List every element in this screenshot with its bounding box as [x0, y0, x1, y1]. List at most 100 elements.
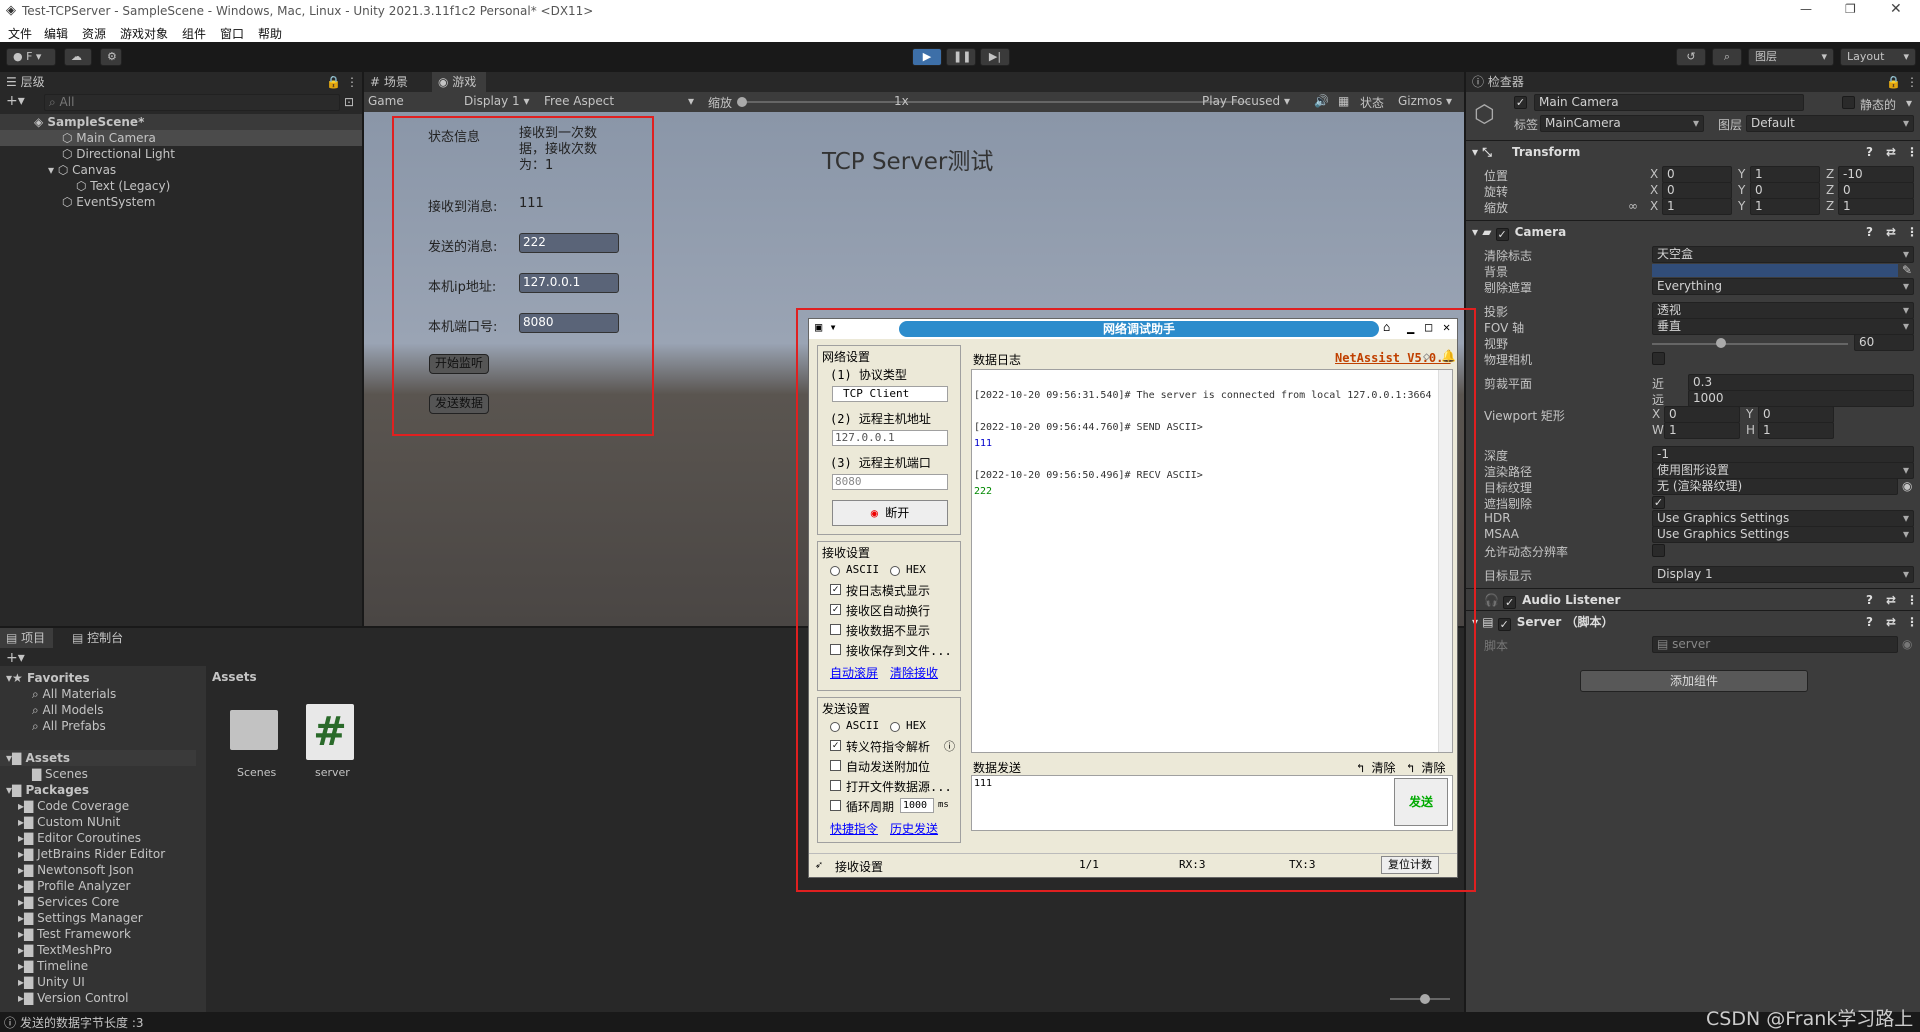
eyedropper-icon[interactable]: ✎ — [1902, 263, 1912, 277]
fov-slider-handle[interactable] — [1716, 338, 1726, 348]
gizmos-dropdown[interactable]: Gizmos ▾ — [1398, 94, 1452, 108]
camera-header[interactable]: ▾ ▰ ✓ Camera? ⇄ ⋮ — [1466, 220, 1920, 242]
package-item[interactable]: ▸▇ Unity UI — [18, 974, 85, 990]
scenes-folder-icon[interactable] — [230, 710, 278, 750]
cloud-icon[interactable]: ☁ — [64, 48, 92, 66]
camera-enabled-checkbox[interactable]: ✓ — [1495, 228, 1509, 241]
aspect-dropdown[interactable]: Free Aspect — [544, 94, 614, 108]
lock-icon[interactable]: 🔒 — [1886, 75, 1901, 89]
package-item[interactable]: ▸▇ Settings Manager — [18, 910, 143, 926]
scale-z-input[interactable]: 1 — [1838, 198, 1914, 215]
kebab-menu-icon[interactable]: ⋮ — [1906, 75, 1918, 89]
package-item[interactable]: ▸▇ Version Control — [18, 990, 128, 1006]
static-checkbox[interactable] — [1842, 96, 1855, 109]
layers-dropdown[interactable]: 图层 ▾ — [1748, 48, 1834, 66]
fov-slider[interactable] — [1652, 343, 1848, 345]
msaa-dropdown[interactable]: Use Graphics Settings — [1652, 526, 1914, 543]
help-icon[interactable]: ? — [1866, 141, 1873, 163]
depth-input[interactable]: -1 — [1652, 446, 1914, 463]
menu-gameobject[interactable]: 游戏对象 — [120, 25, 168, 42]
presets-icon[interactable]: ⇄ — [1886, 589, 1896, 611]
package-item[interactable]: ▸▇ JetBrains Rider Editor — [18, 846, 165, 862]
help-icon[interactable]: ? — [1866, 611, 1873, 633]
hierarchy-item-eventsystem[interactable]: ⬡ EventSystem — [62, 194, 155, 210]
package-item[interactable]: ▸▇ Editor Coroutines — [18, 830, 141, 846]
package-item[interactable]: ▸▇ Services Core — [18, 894, 119, 910]
position-z-input[interactable]: -10 — [1838, 166, 1914, 183]
hierarchy-item-text-legacy[interactable]: ⬡ Text (Legacy) — [76, 178, 170, 194]
package-item[interactable]: ▸▇ Profile Analyzer — [18, 878, 130, 894]
package-item[interactable]: ▸▇ Newtonsoft Json — [18, 862, 134, 878]
clear-flags-dropdown[interactable]: 天空盒 — [1652, 246, 1914, 263]
rotation-y-input[interactable]: 0 — [1750, 182, 1820, 199]
rendering-path-dropdown[interactable]: 使用图形设置 — [1652, 462, 1914, 479]
filter-icon[interactable]: ⊡ — [344, 95, 354, 109]
rotation-z-input[interactable]: 0 — [1838, 182, 1914, 199]
grid-icon[interactable]: ▦ — [1338, 94, 1349, 108]
viewport-x-input[interactable]: 0 — [1664, 406, 1740, 423]
minimize-icon[interactable]: — — [1800, 2, 1812, 16]
menu-assets[interactable]: 资源 — [82, 25, 106, 42]
package-item[interactable]: ▸▇ Code Coverage — [18, 798, 129, 814]
favorite-all-prefabs[interactable]: ⌕ All Prefabs — [32, 718, 106, 734]
rotation-x-input[interactable]: 0 — [1662, 182, 1732, 199]
layout-dropdown[interactable]: Layout ▾ — [1840, 48, 1916, 66]
link-icon[interactable]: ∞ — [1628, 199, 1638, 213]
active-checkbox[interactable]: ✓ — [1514, 96, 1527, 109]
hierarchy-item-canvas[interactable]: ▾ ⬡ Canvas — [48, 162, 116, 178]
stats-button[interactable]: 状态 — [1360, 94, 1384, 111]
kebab-menu-icon[interactable]: ⋮ — [1906, 589, 1918, 611]
console-tab[interactable]: ▤ 控制台 — [66, 628, 123, 648]
display-dropdown[interactable]: Display 1 ▾ — [464, 94, 530, 108]
scene-tab[interactable]: # 场景 — [364, 72, 408, 92]
background-color-swatch[interactable] — [1652, 264, 1898, 277]
script-enabled-checkbox[interactable]: ✓ — [1497, 618, 1511, 631]
scale-slider[interactable] — [740, 101, 1250, 103]
hdr-dropdown[interactable]: Use Graphics Settings — [1652, 510, 1914, 527]
occlusion-culling-checkbox[interactable]: ✓ — [1652, 496, 1665, 509]
project-tab[interactable]: ▤ 项目 — [0, 628, 54, 648]
help-icon[interactable]: ? — [1866, 221, 1873, 243]
transform-header[interactable]: ▾ ⤡ Transform? ⇄ ⋮ — [1466, 140, 1920, 162]
favorites-folder[interactable]: ▾★ Favorites — [6, 670, 90, 686]
package-item[interactable]: ▸▇ Timeline — [18, 958, 88, 974]
audio-listener-header[interactable]: 🎧 ✓ Audio Listener? ⇄ ⋮ — [1466, 588, 1920, 610]
kebab-menu-icon[interactable]: ⋮ — [1906, 141, 1918, 163]
inspector-tab[interactable]: ⓘ 检查器 — [1466, 72, 1524, 92]
menu-edit[interactable]: 编辑 — [44, 25, 68, 42]
far-clip-input[interactable]: 1000 — [1688, 390, 1914, 407]
hierarchy-item-directional-light[interactable]: ⬡ Directional Light — [62, 146, 175, 162]
kebab-menu-icon[interactable]: ⋮ — [1906, 611, 1918, 633]
package-item[interactable]: ▸▇ Custom NUnit — [18, 814, 120, 830]
close-icon[interactable]: ✕ — [1890, 1, 1902, 17]
play-focused-dropdown[interactable]: Play Focused ▾ — [1202, 94, 1290, 108]
position-y-input[interactable]: 1 — [1750, 166, 1820, 183]
physical-camera-checkbox[interactable] — [1652, 352, 1665, 365]
favorite-all-materials[interactable]: ⌕ All Materials — [32, 686, 116, 702]
fov-axis-dropdown[interactable]: 垂直 — [1652, 318, 1914, 335]
menu-file[interactable]: 文件 — [8, 25, 32, 42]
packages-folder[interactable]: ▾▇ Packages — [6, 782, 89, 798]
add-icon[interactable]: +▾ — [6, 93, 25, 109]
account-button[interactable]: ● F ▾ — [6, 48, 56, 66]
history-icon[interactable]: ↺ — [1676, 48, 1706, 66]
static-dropdown-icon[interactable]: ▾ — [1906, 96, 1912, 110]
position-x-input[interactable]: 0 — [1662, 166, 1732, 183]
icon-size-slider-handle[interactable] — [1420, 994, 1430, 1004]
audio-enabled-checkbox[interactable]: ✓ — [1503, 596, 1517, 609]
search-icon[interactable]: ⌕ — [1712, 48, 1742, 66]
hierarchy-search-input[interactable]: ⌕ All — [44, 94, 340, 111]
presets-icon[interactable]: ⇄ — [1886, 611, 1896, 633]
help-icon[interactable]: ? — [1866, 589, 1873, 611]
projection-dropdown[interactable]: 透视 — [1652, 302, 1914, 319]
menu-component[interactable]: 组件 — [182, 25, 206, 42]
game-tab[interactable]: ◉ 游戏 — [432, 72, 487, 92]
menu-window[interactable]: 窗口 — [220, 25, 244, 42]
dynamic-resolution-checkbox[interactable] — [1652, 544, 1665, 557]
menu-help[interactable]: 帮助 — [258, 25, 282, 42]
add-icon[interactable]: +▾ — [6, 650, 25, 666]
favorite-all-models[interactable]: ⌕ All Models — [32, 702, 104, 718]
mute-audio-icon[interactable]: 🔊 — [1314, 94, 1329, 108]
tag-dropdown[interactable]: MainCamera — [1540, 115, 1704, 132]
object-name-input[interactable]: Main Camera — [1534, 94, 1804, 111]
